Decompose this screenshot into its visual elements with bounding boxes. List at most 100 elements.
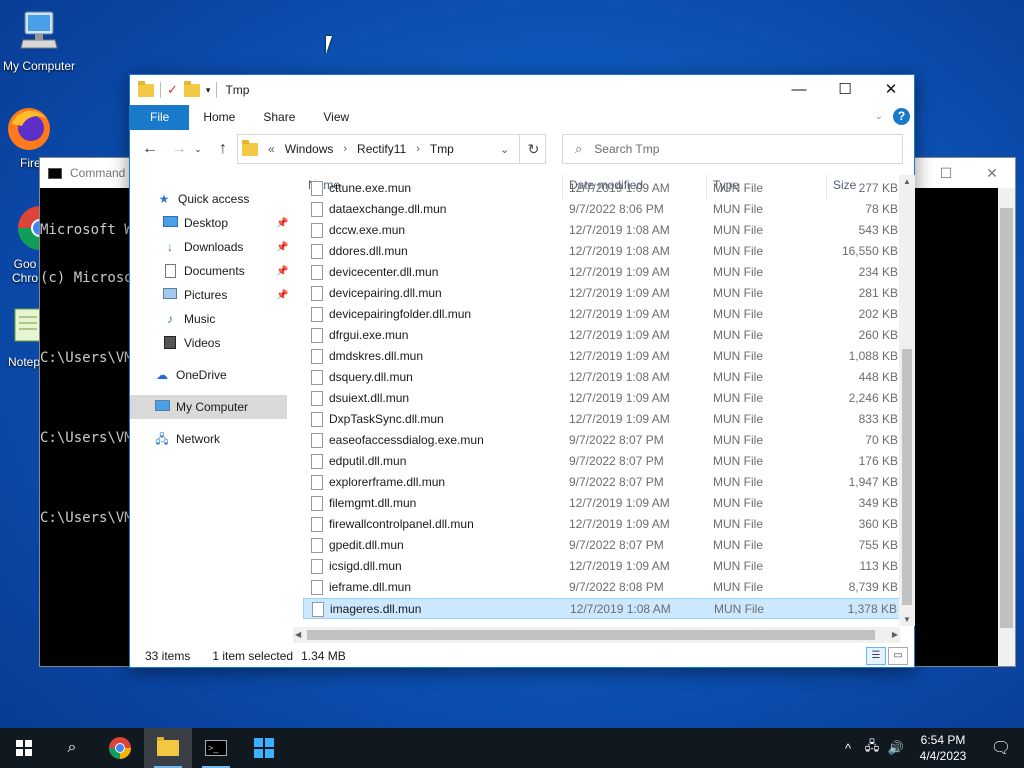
file-row[interactable]: DxpTaskSync.dll.mun 12/7/2019 1:09 AM MUN … (303, 409, 903, 430)
file-explorer-window[interactable]: ✓ ▾ Tmp — ☐ ✕ File Home Share View ⌄ ? ←… (129, 74, 915, 668)
tab-file[interactable]: File (130, 105, 190, 130)
cmd-scrollbar[interactable] (998, 188, 1015, 666)
scroll-up-icon[interactable]: ▲ (903, 177, 911, 186)
horizontal-scrollbar[interactable]: ◀ ▶ (293, 627, 900, 643)
breadcrumb-windows[interactable]: Windows (285, 142, 334, 156)
properties-icon[interactable]: ✓ (167, 82, 178, 98)
notification-icon[interactable]: 🗨 (978, 738, 1024, 758)
file-row[interactable]: dsquery.dll.mun 12/7/2019 1:08 AM MUN File… (303, 367, 903, 388)
file-name: dsquery.dll.mun (329, 370, 413, 384)
file-row[interactable]: edputil.dll.mun 9/7/2022 8:07 PM MUN File 1… (303, 451, 903, 472)
clock[interactable]: 6:54 PM 4/4/2023 (908, 732, 978, 764)
computer-icon (20, 11, 58, 49)
pin-icon[interactable]: 📌 (276, 290, 288, 301)
desktop-icon-my-computer[interactable]: My Computer (0, 10, 78, 73)
file-row[interactable]: dfrgui.exe.mun 12/7/2019 1:09 AM MUN File 2… (303, 325, 903, 346)
nav-item-my-computer[interactable]: My Computer (154, 396, 248, 418)
start-button[interactable] (0, 728, 48, 768)
file-date: 12/7/2019 1:09 AM (569, 286, 670, 300)
desktop-icon-firefox[interactable]: Fire (0, 106, 50, 170)
details-view-button[interactable]: ☰ (866, 647, 886, 665)
address-prefix[interactable]: « (268, 142, 275, 156)
scrollbar-thumb[interactable] (902, 349, 912, 605)
nav-item-quick-access[interactable]: ★ Quick access (156, 188, 250, 210)
address-bar[interactable]: « Windows › Rectify11 › Tmp ⌄ (237, 134, 546, 164)
scroll-down-icon[interactable]: ▼ (903, 615, 911, 624)
file-row[interactable]: ddores.dll.mun 12/7/2019 1:08 AM MUN File 1… (303, 241, 903, 262)
minimize-button[interactable]: — (776, 75, 822, 105)
large-icons-view-button[interactable]: ▭ (888, 647, 908, 665)
expand-ribbon-icon[interactable]: ⌄ (875, 111, 883, 122)
file-row[interactable]: devicepairing.dll.mun 12/7/2019 1:09 AM MU… (303, 283, 903, 304)
recent-locations-button[interactable]: ⌄ (192, 134, 204, 164)
pin-icon[interactable]: 📌 (276, 266, 288, 277)
file-row[interactable]: dsuiext.dll.mun 12/7/2019 1:09 AM MUN File… (303, 388, 903, 409)
nav-item-documents[interactable]: Documents 📌 (162, 260, 292, 282)
nav-item-videos[interactable]: Videos (162, 332, 220, 354)
documents-icon (162, 264, 178, 278)
file-icon (311, 265, 323, 280)
close-button[interactable]: ✕ (868, 75, 914, 105)
volume-icon[interactable]: 🔊 (884, 740, 908, 756)
scroll-left-icon[interactable]: ◀ (295, 630, 301, 639)
file-row[interactable]: dmdskres.dll.mun 12/7/2019 1:09 AM MUN Fil… (303, 346, 903, 367)
cmd-maximize-button[interactable]: ☐ (923, 158, 969, 188)
file-row[interactable]: gpedit.dll.mun 9/7/2022 8:07 PM MUN File 75… (303, 535, 903, 556)
file-size: 113 KB (859, 559, 898, 573)
taskbar-chrome[interactable] (96, 728, 144, 768)
file-row[interactable]: easeofaccessdialog.exe.mun 9/7/2022 8:07 … (303, 430, 903, 451)
tab-view[interactable]: View (309, 105, 363, 130)
customize-quick-access-icon[interactable]: ▾ (206, 85, 211, 96)
taskbar-command-prompt[interactable]: >_ (192, 728, 240, 768)
nav-item-desktop[interactable]: Desktop 📌 (162, 212, 292, 234)
file-row[interactable]: cttune.exe.mun 12/7/2019 1:09 AM MUN File 2… (303, 178, 903, 199)
file-row[interactable]: firewallcontrolpanel.dll.mun 12/7/2019 1:… (303, 514, 903, 535)
pin-icon[interactable]: 📌 (276, 218, 288, 229)
back-button[interactable]: ← (139, 134, 161, 164)
file-row[interactable]: dataexchange.dll.mun 9/7/2022 8:06 PM MUN … (303, 199, 903, 220)
refresh-button[interactable]: ↻ (519, 134, 547, 164)
taskbar-file-explorer[interactable] (144, 728, 192, 768)
vertical-scrollbar[interactable]: ▲ ▼ (899, 175, 915, 626)
search-icon: ⌕ (575, 141, 583, 156)
nav-item-music[interactable]: ♪ Music (162, 308, 215, 330)
file-row[interactable]: explorerframe.dll.mun 9/7/2022 8:07 PM MUN… (303, 472, 903, 493)
nav-item-network[interactable]: 🖧 Network (154, 428, 220, 450)
chevron-right-icon[interactable]: › (416, 143, 420, 155)
pin-icon[interactable]: 📌 (276, 242, 288, 253)
taskbar-app[interactable] (240, 728, 288, 768)
file-name: ddores.dll.mun (329, 244, 408, 258)
file-list[interactable]: Name ⌃ Date modified Type Size cttune.ex… (303, 175, 903, 626)
file-row[interactable]: imageres.dll.mun 12/7/2019 1:08 AM MUN Fil… (303, 598, 903, 619)
scrollbar-thumb[interactable] (307, 630, 875, 640)
file-row[interactable]: ieframe.dll.mun 9/7/2022 8:08 PM MUN File 8… (303, 577, 903, 598)
chevron-right-icon[interactable]: › (343, 143, 347, 155)
address-dropdown-icon[interactable]: ⌄ (500, 143, 509, 156)
maximize-button[interactable]: ☐ (822, 75, 868, 105)
nav-item-pictures[interactable]: Pictures 📌 (162, 284, 292, 306)
file-row[interactable]: devicecenter.dll.mun 12/7/2019 1:09 AM MUN… (303, 262, 903, 283)
tab-share[interactable]: Share (249, 105, 309, 130)
search-button[interactable]: ⌕ (48, 728, 96, 768)
help-icon[interactable]: ? (893, 108, 910, 125)
chevron-up-icon[interactable]: ^ (836, 741, 860, 756)
breadcrumb-tmp[interactable]: Tmp (430, 142, 454, 156)
new-folder-icon[interactable] (183, 80, 200, 97)
desktop-icon (162, 216, 178, 230)
file-row[interactable]: icsigd.dll.mun 12/7/2019 1:09 AM MUN File 1… (303, 556, 903, 577)
forward-button[interactable]: → (168, 134, 190, 164)
breadcrumb-rectify11[interactable]: Rectify11 (357, 142, 406, 156)
network-icon[interactable]: 🖧 (860, 737, 884, 759)
file-row[interactable]: filemgmt.dll.mun 12/7/2019 1:09 AM MUN Fil… (303, 493, 903, 514)
file-row[interactable]: devicepairingfolder.dll.mun 12/7/2019 1:0… (303, 304, 903, 325)
up-button[interactable]: ↑ (212, 134, 234, 164)
nav-item-downloads[interactable]: ↓ Downloads 📌 (162, 236, 292, 258)
search-input[interactable]: ⌕ Search Tmp (562, 134, 903, 164)
scroll-right-icon[interactable]: ▶ (892, 630, 898, 639)
tab-home[interactable]: Home (189, 105, 249, 130)
cmd-close-button[interactable]: ✕ (969, 158, 1015, 188)
file-row[interactable]: dccw.exe.mun 12/7/2019 1:08 AM MUN File 543… (303, 220, 903, 241)
nav-item-onedrive[interactable]: ☁ OneDrive (154, 364, 227, 386)
folder-icon (157, 737, 179, 756)
cmd-icon (48, 167, 62, 179)
